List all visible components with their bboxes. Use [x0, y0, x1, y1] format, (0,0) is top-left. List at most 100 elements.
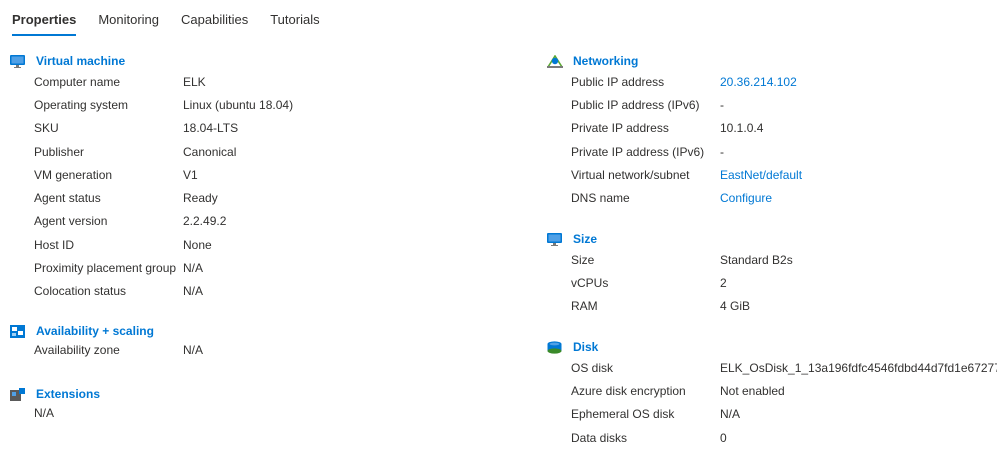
virtual-machine-rows: Computer name ELK Operating system Linux (u… — [10, 70, 510, 303]
extensions-value: N/A — [34, 406, 55, 420]
availability-title: Availability + scaling — [36, 324, 154, 338]
size-title: Size — [573, 232, 598, 246]
property-label: Colocation status — [34, 284, 127, 299]
property-value: V1 — [183, 167, 198, 182]
property-value: Not enabled — [720, 383, 785, 398]
disk-rows: OS disk ELK_OsDisk_1_13a196fdfc4546fdbd44… — [547, 356, 997, 449]
property-value: N/A — [183, 343, 204, 357]
property-row: Operating system Linux (ubuntu 18.04) — [10, 93, 510, 116]
property-row: Colocation status N/A — [10, 280, 510, 303]
extensions-icon — [10, 387, 25, 401]
networking-title: Networking — [573, 54, 639, 68]
property-value: 2 — [720, 275, 727, 290]
tab-properties[interactable]: Properties — [12, 0, 77, 40]
networking-header: Networking — [546, 52, 992, 70]
property-label: Computer name — [34, 74, 121, 89]
property-value: ELK_OsDisk_1_13a196fdfc4546fdbd44d7fd1e6… — [720, 360, 997, 375]
property-value: N/A — [183, 261, 204, 276]
property-value: None — [183, 237, 212, 252]
property-row: Virtual network/subnet EastNet/default — [547, 163, 992, 186]
property-value: Canonical — [183, 144, 237, 159]
property-row: vCPUs 2 — [547, 271, 992, 294]
property-label: OS disk — [571, 360, 614, 375]
property-row: Public IP address 20.36.214.102 — [547, 70, 992, 93]
extensions-section: Extensions N/A — [10, 385, 510, 423]
property-value: ELK — [183, 74, 206, 89]
property-row: Proximity placement group N/A — [10, 256, 510, 279]
tab-tutorials[interactable]: Tutorials — [270, 0, 319, 40]
property-label: Ephemeral OS disk — [571, 407, 675, 422]
property-label: DNS name — [571, 191, 630, 206]
networking-section: Networking Public IP address 20.36.214.10… — [546, 52, 992, 210]
property-label: Availability zone — [34, 343, 120, 357]
property-row: Public IP address (IPv6) - — [547, 93, 992, 116]
availability-rows: Availability zone N/A — [10, 340, 510, 360]
property-value: N/A — [720, 407, 741, 422]
property-label: Agent version — [34, 214, 108, 229]
property-value: - — [720, 144, 724, 159]
property-label: Private IP address — [571, 121, 669, 136]
property-row: SKU 18.04-LTS — [10, 117, 510, 140]
property-value-link[interactable]: 20.36.214.102 — [720, 75, 797, 89]
property-value: - — [720, 97, 724, 112]
extensions-value-row: N/A — [10, 403, 510, 423]
extensions-header: Extensions — [10, 385, 510, 403]
property-row: Size Standard B2s — [547, 248, 992, 271]
property-value: 0 — [720, 430, 727, 445]
property-value: 2.2.49.2 — [183, 214, 227, 229]
property-label: vCPUs — [571, 275, 609, 290]
property-label: Data disks — [571, 430, 628, 445]
property-row: Agent version 2.2.49.2 — [10, 210, 510, 233]
virtual-machine-section: Virtual machine Computer name ELK Operatin… — [10, 52, 510, 303]
property-row: VM generation V1 — [10, 163, 510, 186]
property-row: Availability zone N/A — [10, 340, 510, 360]
property-label: Public IP address (IPv6) — [571, 97, 700, 112]
size-rows: Size Standard B2s vCPUs 2 RAM 4 GiB — [547, 248, 992, 318]
extensions-title: Extensions — [36, 387, 101, 401]
disk-section: Disk OS disk ELK_OsDisk_1_13a196fdfc4546f… — [547, 338, 997, 449]
property-label: Proximity placement group — [34, 261, 177, 276]
property-label: Size — [571, 252, 595, 267]
property-row: RAM 4 GiB — [547, 295, 992, 318]
property-row: Private IP address (IPv6) - — [547, 140, 992, 163]
property-value: 4 GiB — [720, 299, 751, 314]
property-row: Ephemeral OS disk N/A — [547, 403, 992, 426]
property-label: Operating system — [34, 97, 129, 112]
tab-bar: Properties Monitoring Capabilities Tutor… — [12, 0, 342, 40]
property-value-link[interactable]: Configure — [720, 191, 772, 205]
disk-icon — [547, 340, 562, 354]
property-row: OS disk ELK_OsDisk_1_13a196fdfc4546fdbd44… — [547, 356, 997, 379]
property-row: Publisher Canonical — [10, 140, 510, 163]
property-label: Virtual network/subnet — [571, 167, 690, 182]
size-section: Size Size Standard B2s vCPUs 2 RAM 4 GiB — [547, 230, 992, 318]
property-row: DNS name Configure — [547, 186, 992, 209]
property-label: VM generation — [34, 167, 113, 182]
property-value: Linux (ubuntu 18.04) — [183, 97, 294, 112]
property-row: Azure disk encryption Not enabled — [547, 379, 992, 402]
property-label: Agent status — [34, 191, 101, 206]
virtual-machine-title: Virtual machine — [36, 54, 126, 68]
property-label: SKU — [34, 121, 59, 136]
property-value: 10.1.0.4 — [720, 121, 764, 136]
virtual-machine-header: Virtual machine — [10, 52, 510, 70]
property-label: Azure disk encryption — [571, 383, 686, 398]
network-icon — [546, 54, 564, 68]
property-value: N/A — [183, 284, 204, 299]
availability-header: Availability + scaling — [10, 322, 510, 340]
disk-title: Disk — [573, 340, 599, 354]
availability-section: Availability + scaling Availability zone… — [10, 322, 510, 360]
property-label: Private IP address (IPv6) — [571, 144, 705, 159]
networking-rows: Public IP address 20.36.214.102 Public IP … — [547, 70, 992, 210]
size-header: Size — [547, 230, 992, 248]
disk-header: Disk — [547, 338, 992, 356]
property-value-link[interactable]: EastNet/default — [720, 168, 802, 182]
property-label: Host ID — [34, 237, 75, 252]
property-value: Standard B2s — [720, 252, 793, 267]
tab-capabilities[interactable]: Capabilities — [181, 0, 248, 40]
property-row: Computer name ELK — [10, 70, 510, 93]
monitor-icon — [10, 54, 25, 68]
tab-monitoring[interactable]: Monitoring — [98, 0, 159, 40]
property-label: Public IP address — [571, 74, 665, 89]
scale-set-icon — [10, 324, 25, 338]
property-row: Agent status Ready — [10, 186, 510, 209]
